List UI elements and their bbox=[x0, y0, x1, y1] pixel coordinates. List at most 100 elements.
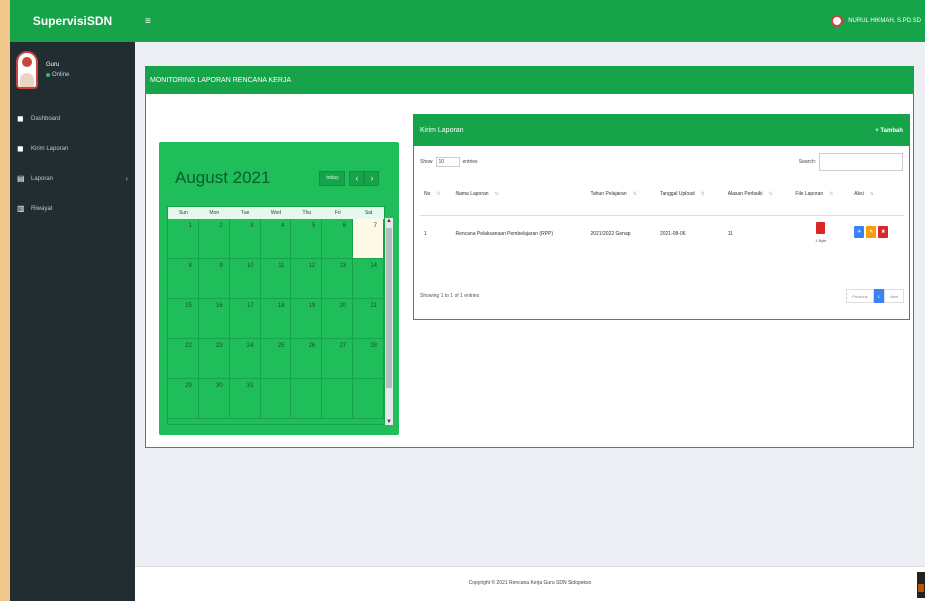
calendar-day[interactable]: 5 bbox=[291, 219, 323, 259]
user-avatar bbox=[831, 15, 844, 27]
calendar-week: 8 9 10 11 12 13 14 bbox=[168, 259, 384, 299]
pagination-previous[interactable]: Previous bbox=[846, 289, 874, 303]
weekday-label: Mon bbox=[209, 210, 220, 216]
cell-alasan-perbaiki: 11 bbox=[727, 230, 733, 237]
pagination-next[interactable]: Next bbox=[883, 289, 904, 303]
add-report-button[interactable]: + Tambah bbox=[875, 128, 903, 134]
calendar-day[interactable]: 16 bbox=[198, 299, 230, 339]
app-logo[interactable]: SupervisiSDN bbox=[10, 0, 135, 42]
sort-icon: ⇅ bbox=[768, 191, 773, 198]
calendar-day[interactable]: 11 bbox=[260, 259, 292, 299]
header-user-name: NURUL HIKMAH, S.PD.SD bbox=[848, 18, 921, 24]
calendar-day[interactable]: 30 bbox=[198, 379, 230, 419]
scroll-down-icon[interactable]: ▼ bbox=[385, 419, 393, 425]
top-navbar: ≡ NURUL HIKMAH, S.PD.SD bbox=[135, 0, 925, 42]
pdf-file-icon[interactable] bbox=[816, 221, 826, 234]
search-input[interactable] bbox=[819, 153, 903, 171]
calendar-day[interactable]: 2 bbox=[198, 219, 230, 259]
calendar-day[interactable]: 29 bbox=[168, 379, 199, 419]
calendar-day[interactable]: 21 bbox=[353, 299, 384, 339]
column-header[interactable]: File Laporan ⇅ bbox=[791, 175, 851, 216]
send-button[interactable]: ✈ bbox=[854, 225, 865, 238]
calendar-day[interactable]: 6 bbox=[322, 219, 354, 259]
sidebar-item-label: Laporan bbox=[31, 176, 54, 182]
sidebar-item-kirim-laporan[interactable]: ◼ Kirim Laporan bbox=[10, 134, 135, 164]
user-panel: Guru Online bbox=[10, 42, 135, 98]
calendar-day[interactable] bbox=[260, 379, 292, 419]
sort-icon: ⇅ bbox=[632, 191, 637, 198]
show-label: Show bbox=[420, 159, 433, 165]
calendar-day[interactable]: 8 bbox=[168, 259, 199, 299]
calendar-day[interactable]: 13 bbox=[322, 259, 354, 299]
sort-icon: ⇅ bbox=[700, 191, 705, 198]
calendar-day[interactable]: 25 bbox=[260, 339, 292, 379]
calendar-day[interactable]: 27 bbox=[322, 339, 354, 379]
user-name: Guru bbox=[46, 62, 60, 68]
cell-tanggal-upload: 2021-08-06 bbox=[659, 230, 686, 237]
sidebar-nav: ◼ Dashboard ◼ Kirim Laporan ▤ Laporan ‹ … bbox=[10, 104, 135, 224]
calendar-day[interactable]: 19 bbox=[291, 299, 323, 339]
calendar-grid: Sun Mon Tue Wed Thu Fri Sat 1 2 3 4 5 6 bbox=[167, 206, 385, 425]
weekday-label: Tue bbox=[240, 210, 250, 216]
user-menu[interactable]: NURUL HIKMAH, S.PD.SD bbox=[831, 15, 921, 27]
sidebar-item-riwayat[interactable]: ▥ Riwayat bbox=[10, 194, 135, 224]
calendar-today-button[interactable]: today bbox=[319, 170, 346, 186]
corner-badge bbox=[917, 572, 925, 598]
scrollbar-thumb[interactable] bbox=[386, 228, 392, 388]
column-header[interactable]: Nama Laporan ⇅ bbox=[451, 175, 587, 216]
calendar-day[interactable]: 9 bbox=[198, 259, 230, 299]
sidebar-item-laporan[interactable]: ▤ Laporan ‹ bbox=[10, 164, 135, 194]
calendar-day[interactable] bbox=[322, 379, 354, 419]
calendar-day[interactable] bbox=[291, 379, 323, 419]
calendar-day[interactable]: 23 bbox=[198, 339, 230, 379]
calendar-day[interactable]: 17 bbox=[229, 299, 261, 339]
calendar-day[interactable]: 3 bbox=[229, 219, 261, 259]
calendar-day[interactable]: 1 bbox=[168, 219, 199, 259]
sort-icon: ⇅ bbox=[436, 191, 441, 198]
report-table: No ⇅ Nama Laporan ⇅ Tahun Pelajaran ⇅ Tangg… bbox=[420, 175, 904, 258]
pagination: Previous 1 Next bbox=[846, 289, 904, 303]
hamburger-icon[interactable]: ≡ bbox=[145, 16, 151, 27]
sort-icon: ⇅ bbox=[829, 191, 834, 198]
calendar-day[interactable]: 26 bbox=[291, 339, 323, 379]
calendar-next-button[interactable]: › bbox=[364, 170, 380, 186]
cell-no: 1 bbox=[424, 230, 427, 237]
calendar-day-today[interactable]: 7 bbox=[353, 219, 384, 259]
column-header[interactable]: Aksi ⇅ bbox=[850, 175, 904, 216]
cell-nama-laporan: Rencana Pelaksanaan Pembelajaran (RPP) bbox=[455, 230, 554, 237]
column-header[interactable]: Tahun Pelajaran ⇅ bbox=[586, 175, 656, 216]
column-header[interactable]: No ⇅ bbox=[420, 175, 452, 216]
calendar-day[interactable]: 14 bbox=[353, 259, 384, 299]
calendar-day[interactable]: 24 bbox=[229, 339, 261, 379]
calendar-day[interactable] bbox=[353, 379, 384, 419]
calendar-day[interactable]: 28 bbox=[353, 339, 384, 379]
sidebar-item-dashboard[interactable]: ◼ Dashboard bbox=[10, 104, 135, 134]
table-row: 1 Rencana Pelaksanaan Pembelajaran (RPP)… bbox=[420, 215, 904, 258]
calendar-day[interactable]: 12 bbox=[291, 259, 323, 299]
column-header[interactable]: Alasan Perbaiki ⇅ bbox=[723, 175, 792, 216]
calendar-scrollbar[interactable]: ▲ ▼ bbox=[385, 218, 393, 425]
pagination-page-1[interactable]: 1 bbox=[873, 289, 884, 303]
column-header[interactable]: Tanggal Upload ⇅ bbox=[655, 175, 724, 216]
calendar-day[interactable]: 10 bbox=[229, 259, 261, 299]
calendar-prev-button[interactable]: ‹ bbox=[349, 170, 365, 186]
calendar-day[interactable]: 22 bbox=[168, 339, 199, 379]
sidebar-item-label: Kirim Laporan bbox=[31, 146, 69, 152]
cell-aksi: ✈ ✎ ✖ bbox=[850, 215, 904, 258]
report-icon: ▤ bbox=[17, 174, 25, 183]
calendar-day[interactable]: 18 bbox=[260, 299, 292, 339]
scroll-up-icon[interactable]: ▲ bbox=[385, 218, 393, 224]
entries-select[interactable]: 10 bbox=[435, 157, 460, 167]
edit-button[interactable]: ✎ bbox=[866, 225, 877, 238]
calendar-day[interactable]: 15 bbox=[168, 299, 199, 339]
calendar-day[interactable]: 4 bbox=[260, 219, 292, 259]
panel-title: Kirim Laporan bbox=[420, 127, 464, 134]
calendar-day[interactable]: 20 bbox=[322, 299, 354, 339]
weekday-label: Sat bbox=[364, 210, 373, 216]
sidebar-item-label: Dashboard bbox=[31, 116, 61, 122]
weekday-label: Sun bbox=[178, 210, 188, 216]
delete-button[interactable]: ✖ bbox=[878, 225, 889, 238]
weekday-label: Fri bbox=[334, 210, 341, 216]
page-title: MONITORING LAPORAN RENCANA KERJA bbox=[146, 67, 913, 94]
calendar-day[interactable]: 31 bbox=[229, 379, 261, 419]
